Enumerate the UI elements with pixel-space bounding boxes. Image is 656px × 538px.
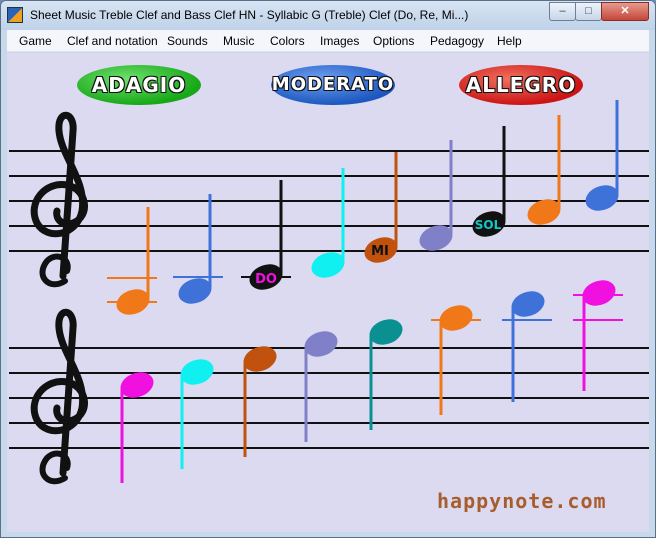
menu-pedagogy[interactable]: Pedagogy — [430, 34, 484, 48]
menu-options[interactable]: Options — [373, 34, 414, 48]
note-label-sol: SOL — [475, 218, 502, 232]
staff-2 — [9, 347, 649, 449]
treble-clef-icon — [30, 308, 88, 485]
treble-clef-icon — [30, 111, 88, 288]
note-label-mi: MI — [371, 244, 389, 259]
menu-sounds[interactable]: Sounds — [167, 34, 208, 48]
app-window: Sheet Music Treble Clef and Bass Clef HN… — [0, 0, 656, 538]
note[interactable] — [107, 207, 157, 319]
menu-help[interactable]: Help — [497, 34, 522, 48]
minimize-button[interactable]: – — [549, 2, 576, 21]
note[interactable]: SOL — [469, 126, 509, 241]
note[interactable] — [301, 327, 341, 442]
note[interactable] — [582, 100, 622, 215]
maximize-button[interactable]: □ — [575, 2, 602, 21]
note[interactable]: DO — [241, 180, 291, 294]
menu-music[interactable]: Music — [223, 34, 254, 48]
menu-clef-and-notation[interactable]: Clef and notation — [67, 34, 158, 48]
note[interactable] — [117, 368, 157, 483]
window-title: Sheet Music Treble Clef and Bass Clef HN… — [30, 8, 469, 22]
menu-colors[interactable]: Colors — [270, 34, 305, 48]
note-label-do: DO — [255, 272, 277, 287]
music-canvas[interactable]: ADAGIO MODERATO ALLEGRO DO MI SOL happyn… — [7, 53, 649, 532]
note[interactable] — [502, 287, 552, 402]
menu-images[interactable]: Images — [320, 34, 359, 48]
note[interactable] — [240, 342, 280, 457]
staff-area: DO MI SOL — [9, 100, 649, 485]
note[interactable] — [177, 355, 217, 469]
title-bar[interactable]: Sheet Music Treble Clef and Bass Clef HN… — [1, 1, 655, 30]
menu-bar: Game Clef and notation Sounds Music Colo… — [7, 30, 649, 52]
app-icon[interactable] — [7, 7, 23, 23]
note[interactable] — [524, 115, 564, 229]
menu-game[interactable]: Game — [19, 34, 52, 48]
website-watermark: happynote.com — [437, 489, 607, 513]
note[interactable] — [416, 140, 456, 255]
close-button[interactable]: ✕ — [601, 2, 649, 21]
note[interactable]: MI — [361, 152, 401, 267]
